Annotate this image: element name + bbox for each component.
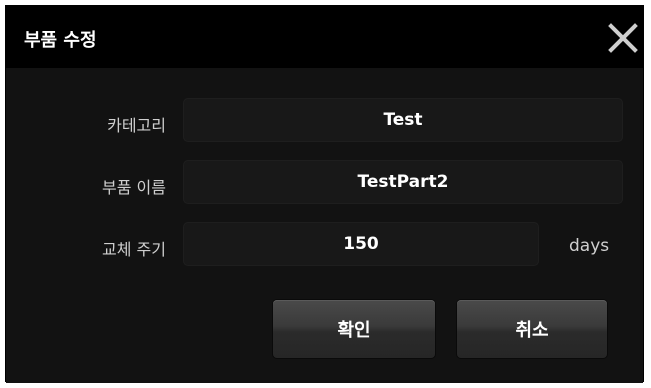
category-label: 카테고리 [107, 116, 166, 135]
dialog-body: 카테고리 부품 이름 교체 주기 days 확인 취소 [6, 68, 643, 383]
replace-cycle-label: 교체 주기 [102, 240, 166, 259]
close-icon [608, 23, 638, 53]
part-name-field[interactable] [183, 160, 623, 204]
part-name-label: 부품 이름 [102, 178, 166, 197]
replace-cycle-unit: days [569, 236, 610, 256]
dialog-titlebar: 부품 수정 [6, 6, 643, 68]
category-input[interactable] [183, 98, 623, 142]
category-field[interactable] [183, 98, 623, 142]
replace-cycle-input[interactable] [183, 222, 539, 266]
cancel-button[interactable]: 취소 [457, 300, 607, 358]
confirm-button[interactable]: 확인 [273, 300, 435, 358]
part-name-input[interactable] [183, 160, 623, 204]
close-button[interactable] [605, 20, 641, 56]
edit-part-dialog: 부품 수정 카테고리 부품 이름 교체 주기 days 확인 취소 [5, 5, 644, 383]
dialog-title: 부품 수정 [24, 30, 97, 51]
replace-cycle-field[interactable] [183, 222, 539, 266]
